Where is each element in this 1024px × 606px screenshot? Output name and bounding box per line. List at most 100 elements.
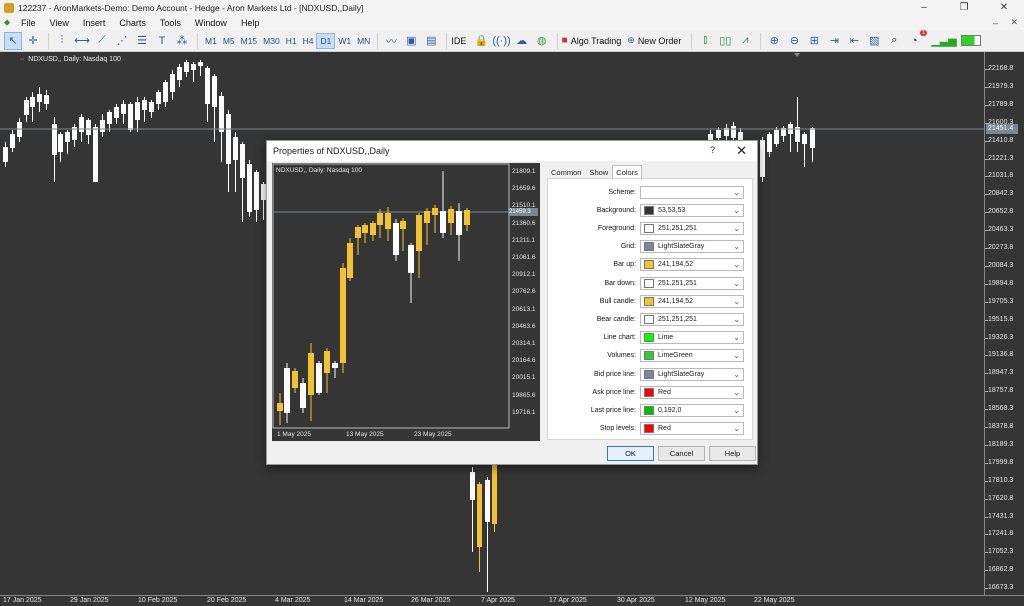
chart-type-icon[interactable]: 〰 (382, 32, 400, 50)
close-window-button[interactable]: ✕ (984, 0, 1024, 15)
search-icon[interactable]: ⌕ (885, 32, 903, 50)
timeframe-m1[interactable]: M1 (202, 33, 220, 49)
color-select[interactable]: 0,192,0 ⌄ (640, 403, 744, 417)
properties-dialog: Properties of NDXUSD,,Daily ? ✕ NDXUSD,,… (266, 140, 758, 465)
color-swatch (644, 223, 654, 233)
cancel-button[interactable]: Cancel (658, 446, 705, 461)
crosshair-tool-icon[interactable]: ✛ (24, 32, 42, 50)
bar-chart-icon[interactable]: ⫾ (696, 32, 714, 50)
indicators-icon[interactable]: ▤ (422, 32, 440, 50)
shapes-icon[interactable]: ⁂ (173, 32, 191, 50)
ok-button[interactable]: OK (607, 446, 654, 461)
timeframe-m15[interactable]: M15 (238, 33, 261, 49)
menu-insert[interactable]: Insert (76, 18, 113, 28)
preview-bear-candle (393, 223, 399, 255)
timeframe-w1[interactable]: W1 (335, 33, 354, 49)
timeframe-m30[interactable]: M30 (260, 33, 283, 49)
menu-charts[interactable]: Charts (112, 18, 153, 28)
color-select[interactable]: Red ⌄ (640, 385, 744, 399)
timeframe-d1[interactable]: D1 (316, 32, 336, 49)
horizontal-line-icon[interactable]: ⟷ (73, 32, 91, 50)
tab-show[interactable]: Show (585, 165, 612, 178)
chart-shift-marker[interactable] (794, 53, 800, 57)
color-select[interactable]: 251,251,251 ⌄ (640, 221, 744, 235)
main-toolbar: ↖ ✛ ⫶ ⟷ ⟋ ⋰ ☰ T ⁂ M1 M5 M15 M30 H1 H4 D1… (0, 29, 1024, 52)
channel-icon[interactable]: ⋰ (113, 32, 131, 50)
cursor-tool-icon[interactable]: ↖ (4, 31, 22, 50)
chart-shift-icon[interactable]: ⇥ (825, 32, 843, 50)
tab-colors[interactable]: Colors (612, 165, 642, 178)
screenshot-icon[interactable]: ▧ (865, 32, 883, 50)
color-select[interactable]: LightSlateGray ⌄ (640, 240, 744, 254)
preview-price-label: 20463.6 (512, 322, 536, 330)
chart-menu-icon[interactable]: ⬥ (0, 17, 14, 28)
time-axis-label: 20 Feb 2025 (207, 597, 247, 604)
trend-line-icon[interactable]: ⟋ (93, 32, 111, 50)
restore-button[interactable]: ❐ (944, 0, 984, 15)
bear-candle (177, 67, 182, 80)
timeframe-h1[interactable]: H1 (283, 33, 300, 49)
color-select[interactable]: LightSlateGray ⌄ (640, 367, 744, 381)
help-button[interactable]: Help (709, 446, 756, 461)
bear-candle (240, 144, 245, 178)
text-tool-icon[interactable]: T (153, 32, 171, 50)
timeframe-mn[interactable]: MN (354, 33, 373, 49)
zoom-in-icon[interactable]: ⊕ (765, 32, 783, 50)
zoom-out-icon[interactable]: ⊖ (785, 32, 803, 50)
time-axis-label: 26 Mar 2025 (411, 597, 451, 604)
color-select[interactable]: Red ⌄ (640, 422, 744, 436)
menu-tools[interactable]: Tools (153, 18, 188, 28)
color-select[interactable]: ⌄ (640, 185, 744, 199)
bear-candle (247, 164, 252, 212)
bear-candle (44, 95, 49, 104)
tile-windows-icon[interactable]: ⊞ (805, 32, 823, 50)
color-select[interactable]: 241,194,52 ⌄ (640, 258, 744, 272)
color-setting-row: Bull candle: 241,194,52 ⌄ (548, 294, 754, 308)
preview-bull-candle (347, 243, 353, 278)
signal-strength-icon: ▁▃▅ (931, 35, 957, 47)
globe-icon[interactable]: ◍ (533, 32, 551, 50)
algo-trading-button[interactable]: ■ Algo Trading (562, 35, 622, 46)
autoscroll-icon[interactable]: ⇤ (845, 32, 863, 50)
preview-bull-candle (277, 403, 283, 411)
timeframe-m5[interactable]: M5 (220, 33, 238, 49)
price-axis-label: 20273.8 (988, 244, 1014, 251)
menu-minimize-icon[interactable]: – (993, 18, 998, 28)
ide-button[interactable]: IDE (451, 36, 466, 46)
menu-view[interactable]: View (43, 18, 76, 28)
current-price-marker: 21451.4 (986, 124, 1018, 134)
menu-file[interactable]: File (14, 18, 43, 28)
new-order-button[interactable]: ⊕ New Order (627, 35, 681, 46)
dialog-help-icon[interactable]: ? (710, 145, 715, 155)
signal-icon[interactable]: ((·)) (492, 32, 510, 50)
minimize-button[interactable]: – (904, 0, 944, 15)
tab-common[interactable]: Common (547, 165, 585, 178)
templates-icon[interactable]: ▣ (402, 32, 420, 50)
color-select[interactable]: 53,53,53 ⌄ (640, 203, 744, 217)
preview-time-label: 1 May 2025 (277, 431, 311, 438)
cloud-icon[interactable]: ☁ (513, 32, 531, 50)
window-titlebar: 122237 - AronMarkets-Demo: Demo Account … (0, 0, 1024, 15)
color-setting-label: Bull candle: (599, 297, 636, 305)
dialog-close-icon[interactable]: ✕ (736, 143, 747, 159)
time-axis[interactable]: 17 Jan 2025 29 Jan 2025 10 Feb 2025 20 Feb … (0, 595, 1024, 606)
color-setting-label: Scheme: (608, 188, 636, 196)
menu-window[interactable]: Window (188, 18, 234, 28)
color-select[interactable]: 251,251,251 ⌄ (640, 312, 744, 326)
color-select[interactable]: Lime ⌄ (640, 331, 744, 345)
fibonacci-icon[interactable]: ☰ (133, 32, 151, 50)
vertical-line-icon[interactable]: ⫶ (53, 32, 71, 50)
price-axis-label: 20842.3 (988, 190, 1014, 198)
menu-close-icon[interactable]: ✕ (1010, 17, 1018, 28)
line-chart-icon[interactable]: ⩘ (736, 32, 754, 50)
price-axis-label: 20652.8 (988, 208, 1014, 216)
color-select[interactable]: LimeGreen ⌄ (640, 349, 744, 363)
menu-help[interactable]: Help (234, 18, 267, 28)
notifications-icon[interactable]: ◔ 1 (905, 29, 928, 50)
lock-icon[interactable]: 🔒 (472, 32, 490, 50)
color-select[interactable]: 251,251,251 ⌄ (640, 276, 744, 290)
color-select[interactable]: 241,194,52 ⌄ (640, 294, 744, 308)
color-value: Red (658, 388, 671, 396)
candle-chart-icon[interactable]: ▯▯ (716, 32, 734, 50)
timeframe-h4[interactable]: H4 (300, 33, 317, 49)
